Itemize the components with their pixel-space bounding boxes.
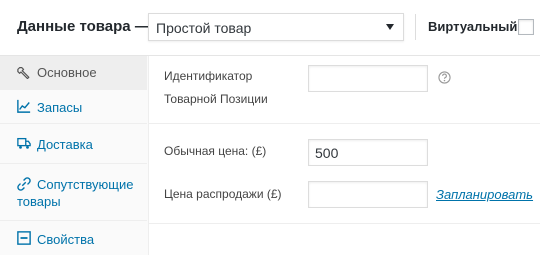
product-data-tabs: Основное Запасы Доставка Сопутствующие т…: [0, 56, 149, 255]
sale-price-input[interactable]: [308, 181, 428, 208]
general-panel: Идентификатор Товарной Позиции Обычная ц…: [149, 56, 540, 255]
regular-price-input[interactable]: [308, 139, 428, 166]
chart-icon: [17, 99, 31, 113]
truck-icon: [17, 137, 31, 149]
tab-shipping-label: Доставка: [37, 137, 93, 152]
sale-price-label: Цена распродажи (£): [164, 187, 282, 201]
tab-inventory-label: Запасы: [37, 100, 83, 115]
dropdown-arrow-icon: [386, 24, 394, 30]
product-data-title: Данные товара —: [17, 18, 150, 35]
tab-shipping[interactable]: Доставка: [0, 124, 147, 164]
help-icon[interactable]: [438, 71, 451, 84]
tab-attributes-label: Свойства: [37, 232, 95, 247]
panel-divider-bottom: [149, 223, 540, 224]
schedule-sale-link[interactable]: Запланировать: [436, 187, 533, 202]
tab-general-label: Основное: [37, 65, 97, 80]
tab-inventory[interactable]: Запасы: [0, 90, 147, 124]
link-icon: [17, 177, 31, 191]
wrench-icon: [17, 67, 30, 79]
tab-linked-products-label-line1: Сопутствующие: [37, 177, 134, 192]
tab-linked-products[interactable]: Сопутствующие товары: [0, 164, 147, 221]
regular-price-label: Обычная цена: (£): [164, 144, 267, 158]
tab-attributes[interactable]: Свойства: [0, 221, 147, 255]
sku-input[interactable]: [308, 65, 428, 92]
tab-linked-products-label-line2: товары: [17, 194, 61, 209]
tab-general[interactable]: Основное: [0, 56, 147, 90]
header-divider: [415, 14, 416, 40]
sku-label-line1: Идентификатор: [164, 69, 253, 83]
product-data-header: Данные товара — Простой товар Виртуальны…: [0, 0, 540, 56]
product-type-select[interactable]: Простой товар: [148, 13, 404, 41]
product-type-selected: Простой товар: [156, 20, 252, 36]
sku-label-line2: Товарной Позиции: [164, 92, 268, 106]
product-data-box: Данные товара — Простой товар Виртуальны…: [0, 0, 540, 255]
panel-divider: [149, 123, 540, 124]
virtual-checkbox[interactable]: [518, 19, 534, 35]
list-icon: [17, 231, 31, 245]
virtual-label: Виртуальный:: [428, 19, 522, 34]
